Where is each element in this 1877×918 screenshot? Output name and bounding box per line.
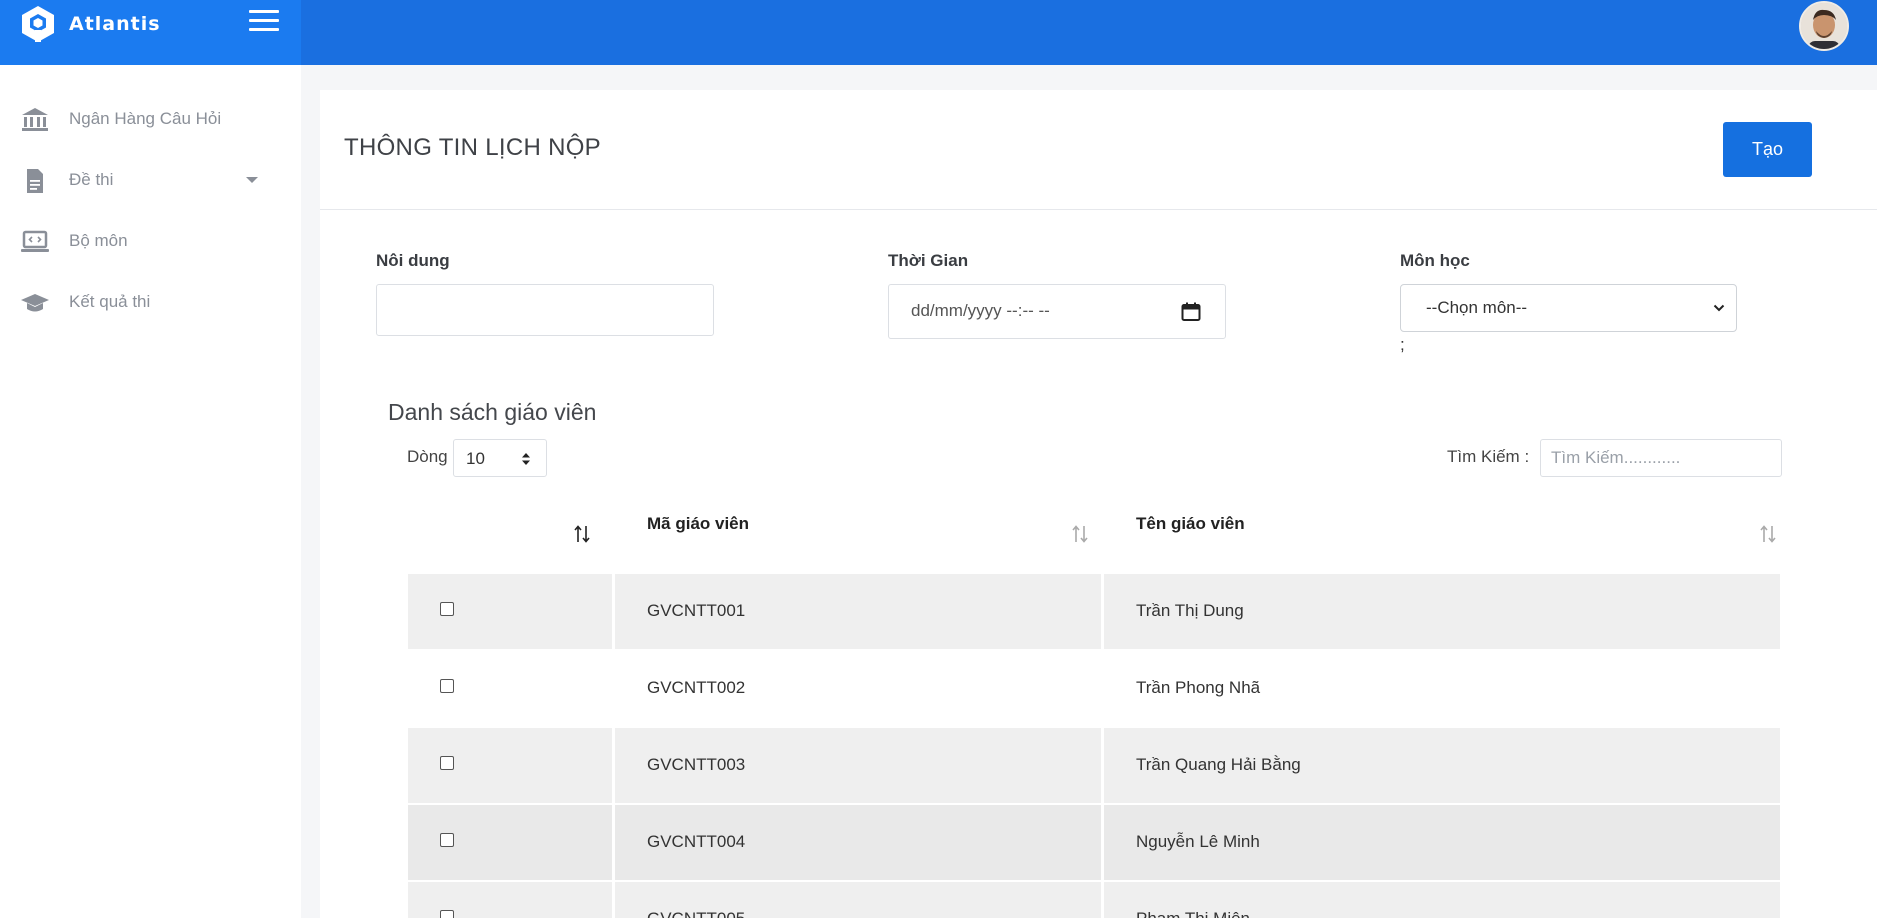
search-input[interactable] [1540,439,1782,477]
graduation-cap-icon [21,294,49,312]
teacher-name-cell: Nguyễn Lê Minh [1104,805,1780,880]
column-header-select[interactable] [408,509,612,559]
teacher-code-cell: GVCNTT005 [615,882,1101,918]
teacher-name: Trần Phong Nhã [1136,678,1261,697]
table-row[interactable]: GVCNTT004 Nguyễn Lê Minh [408,805,1780,880]
teacher-code: GVCNTT004 [647,832,746,851]
sort-icon[interactable] [573,524,591,544]
content-label: Nôi dung [376,251,450,270]
row-select-cell [408,574,612,649]
sidebar-item-label: Đề thi [69,170,114,189]
content-input[interactable] [376,284,714,336]
row-select-cell [408,728,612,803]
rows-per-page-value: 10 [466,449,485,468]
row-select-cell [408,882,612,918]
sidebar-item-label: Bộ môn [69,231,128,250]
teacher-name-cell: Trần Quang Hải Bằng [1104,728,1780,803]
brand-name: Atlantis [69,13,161,35]
teacher-name: Trần Thị Dung [1136,601,1244,620]
subject-selected-value: --Chọn môn-- [1426,298,1528,317]
row-checkbox[interactable] [440,602,454,616]
row-checkbox[interactable] [440,756,454,770]
chevron-down-icon [1713,304,1725,312]
table-row[interactable]: GVCNTT005 Phạm Thị Miên [408,882,1780,918]
create-button[interactable]: Tạo [1723,122,1812,177]
column-header-teacher-code[interactable]: Mã giáo viên [647,509,1107,559]
sidebar-item-question-bank[interactable]: Ngân Hàng Câu Hỏi [0,97,301,141]
row-checkbox[interactable] [440,833,454,847]
subject-select[interactable]: --Chọn môn-- [1400,284,1737,332]
datetime-input[interactable]: dd/mm/yyyy --:-- -- [888,284,1226,339]
calendar-icon[interactable] [1181,302,1201,322]
menu-toggle-icon[interactable] [249,10,279,36]
teacher-name: Nguyễn Lê Minh [1136,832,1260,851]
teacher-code: GVCNTT002 [647,678,746,697]
teacher-code: GVCNTT005 [647,909,745,918]
time-label: Thời Gian [888,251,969,270]
table-row[interactable]: GVCNTT001 Trần Thị Dung [408,574,1780,649]
sidebar: Ngân Hàng Câu Hỏi Đề thi Bộ môn Kết quả … [0,65,301,918]
laptop-code-icon [21,230,49,252]
select-arrows-icon [522,453,530,465]
sort-icon[interactable] [1071,524,1089,544]
bank-icon [22,108,48,131]
column-header-label: Mã giáo viên [647,514,750,533]
teacher-name-cell: Trần Thị Dung [1104,574,1780,649]
table-row[interactable]: GVCNTT003 Trần Quang Hải Bằng [408,728,1780,803]
row-checkbox[interactable] [440,910,454,918]
teacher-code: GVCNTT001 [647,601,746,620]
document-icon [27,169,43,193]
teacher-code-cell: GVCNTT004 [615,805,1101,880]
teacher-code-cell: GVCNTT002 [615,651,1101,726]
user-avatar[interactable] [1799,1,1849,51]
row-select-cell [408,805,612,880]
top-navbar: Atlantis [0,0,1877,65]
sidebar-item-label: Ngân Hàng Câu Hỏi [69,109,222,128]
teacher-name-cell: Phạm Thị Miên [1104,882,1780,918]
rows-per-page-select[interactable]: 10 [453,439,547,477]
teacher-name: Trần Quang Hải Bằng [1136,755,1301,774]
row-checkbox[interactable] [440,679,454,693]
datetime-placeholder: dd/mm/yyyy --:-- -- [911,301,1050,320]
search-label: Tìm Kiếm : [1447,447,1530,466]
teacher-name-cell: Trần Phong Nhã [1104,651,1780,726]
column-header-teacher-name[interactable]: Tên giáo viên [1136,509,1786,559]
stray-text: ; [1400,335,1405,354]
rows-per-page-label: Dòng [407,447,448,466]
sidebar-item-exam[interactable]: Đề thi [0,158,301,202]
page-title: THÔNG TIN LỊCH NỘP [344,134,601,161]
teacher-list-title: Danh sách giáo viên [388,399,597,425]
chevron-down-icon [246,177,258,183]
table-row[interactable]: GVCNTT002 Trần Phong Nhã [408,651,1780,726]
row-select-cell [408,651,612,726]
teacher-code-cell: GVCNTT003 [615,728,1101,803]
main-card: THÔNG TIN LỊCH NỘP Tạo Nôi dung Thời Gia… [320,90,1877,918]
sort-icon[interactable] [1759,524,1777,544]
atlantis-logo-icon [22,6,54,42]
sidebar-item-label: Kết quả thi [69,292,151,311]
sidebar-item-department[interactable]: Bộ môn [0,219,301,263]
teacher-code: GVCNTT003 [647,755,746,774]
teacher-name: Phạm Thị Miên [1136,909,1250,918]
column-header-label: Tên giáo viên [1136,514,1245,533]
teacher-code-cell: GVCNTT001 [615,574,1101,649]
card-header: THÔNG TIN LỊCH NỘP Tạo [320,90,1877,210]
subject-label: Môn học [1400,251,1470,270]
sidebar-item-exam-results[interactable]: Kết quả thi [0,280,301,324]
